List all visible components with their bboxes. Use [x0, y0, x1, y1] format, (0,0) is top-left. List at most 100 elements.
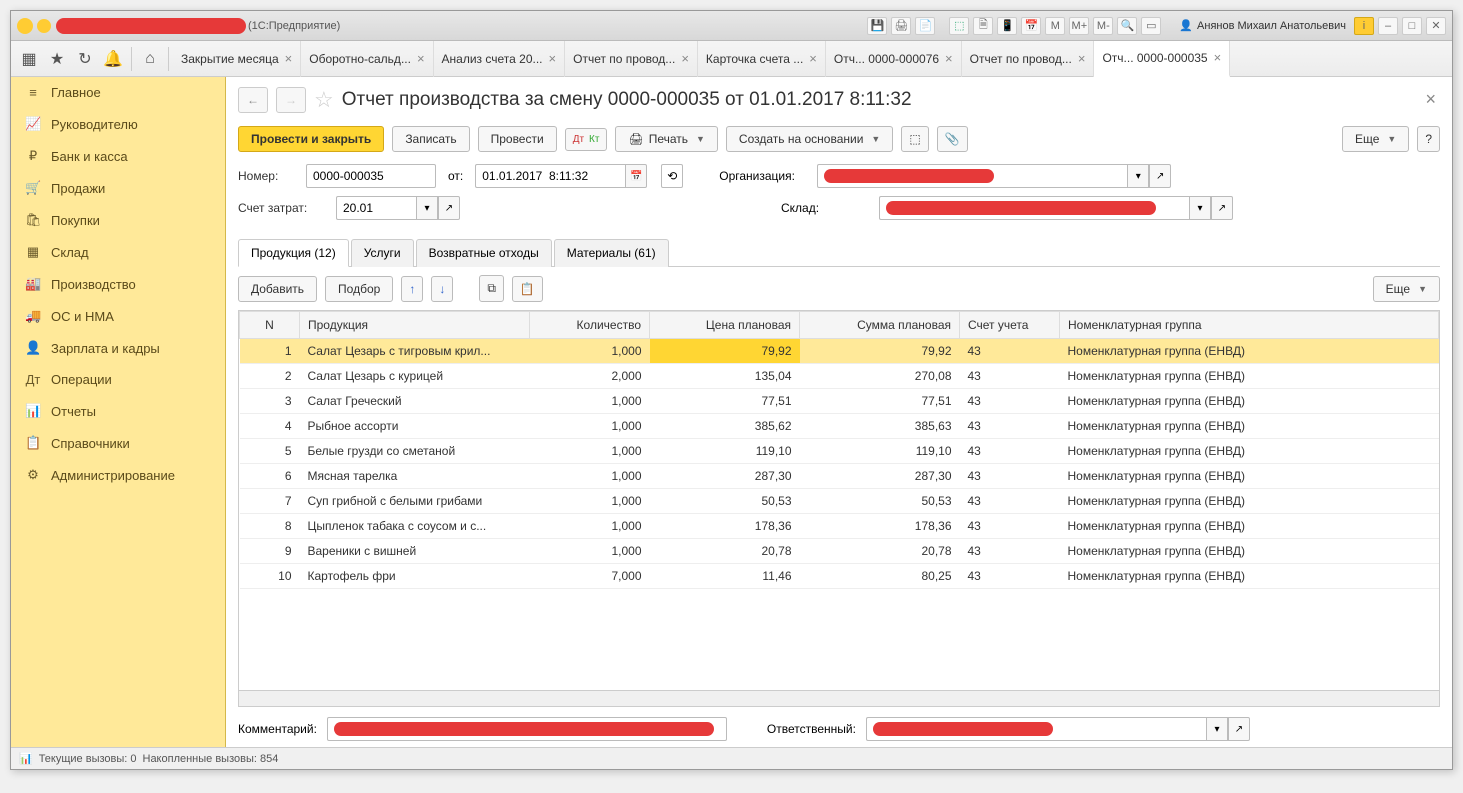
table-row[interactable]: 8Цыпленок табака с соусом и с...1,000178… [240, 514, 1439, 539]
paste-button[interactable]: 📋 [512, 276, 543, 302]
table-row[interactable]: 9Вареники с вишней1,00020,7820,7843Номен… [240, 539, 1439, 564]
subtab-1[interactable]: Услуги [351, 239, 414, 267]
tab-7[interactable]: Отч... 0000-000035× [1094, 41, 1230, 77]
tab-close-icon[interactable]: × [1078, 51, 1086, 66]
home-icon[interactable]: ⌂ [136, 45, 164, 73]
warehouse-dropdown-icon[interactable]: ▾ [1189, 196, 1211, 220]
tab-close-icon[interactable]: × [285, 51, 293, 66]
more-button[interactable]: Еще▼ [1342, 126, 1409, 152]
org-open-icon[interactable]: ↗ [1149, 164, 1171, 188]
sidebar-item-12[interactable]: ⚙Администрирование [11, 459, 225, 491]
tb-panels-icon[interactable]: ▭ [1141, 17, 1161, 35]
responsible-dropdown-icon[interactable]: ▾ [1206, 717, 1228, 741]
app-menu-dropdown[interactable] [37, 19, 51, 33]
column-header-3[interactable]: Цена плановая [650, 312, 800, 339]
acct-dropdown-icon[interactable]: ▾ [416, 196, 438, 220]
org-dropdown-icon[interactable]: ▾ [1127, 164, 1149, 188]
calendar-picker-icon[interactable]: 📅 [625, 164, 647, 188]
column-header-4[interactable]: Сумма плановая [800, 312, 960, 339]
table-row[interactable]: 1Салат Цезарь с тигровым крил...1,00079,… [240, 339, 1439, 364]
write-button[interactable]: Записать [392, 126, 469, 152]
column-header-5[interactable]: Счет учета [960, 312, 1060, 339]
move-down-button[interactable]: ↓ [431, 276, 453, 302]
responsible-open-icon[interactable]: ↗ [1228, 717, 1250, 741]
history-icon[interactable]: ↻ [71, 45, 99, 73]
tab-close-icon[interactable]: × [549, 51, 557, 66]
product-grid[interactable]: NПродукцияКоличествоЦена плановаяСумма п… [238, 310, 1440, 691]
pick-button[interactable]: Подбор [325, 276, 393, 302]
sidebar-item-7[interactable]: 🚚ОС и НМА [11, 300, 225, 332]
table-row[interactable]: 7Суп грибной с белыми грибами1,00050,535… [240, 489, 1439, 514]
refresh-icon[interactable]: ⟲ [661, 164, 683, 188]
table-row[interactable]: 6Мясная тарелка1,000287,30287,3043Номенк… [240, 464, 1439, 489]
post-button[interactable]: Провести [478, 126, 557, 152]
attachments-button[interactable]: 📎 [937, 126, 968, 152]
table-row[interactable]: 3Салат Греческий1,00077,5177,5143Номенкл… [240, 389, 1439, 414]
window-minimize[interactable]: – [1378, 17, 1398, 35]
sidebar-item-8[interactable]: 👤Зарплата и кадры [11, 332, 225, 364]
tab-close-icon[interactable]: × [417, 51, 425, 66]
tb-calc-icon[interactable]: 📱 [997, 17, 1017, 35]
tb-info-icon[interactable]: i [1354, 17, 1374, 35]
font-m[interactable]: М [1045, 17, 1065, 35]
tab-close-icon[interactable]: × [945, 51, 953, 66]
grid-more-button[interactable]: Еще▼ [1373, 276, 1440, 302]
tb-doc-icon[interactable]: 🗎 [973, 17, 993, 35]
user-menu[interactable]: 👤 Анянов Михаил Анатольевич [1175, 19, 1350, 32]
document-close-button[interactable]: × [1421, 85, 1440, 114]
structure-button[interactable]: ⬚ [901, 126, 928, 152]
sidebar-item-3[interactable]: 🛒Продажи [11, 172, 225, 204]
tab-0[interactable]: Закрытие месяца× [173, 41, 301, 77]
horizontal-scrollbar[interactable] [238, 691, 1440, 707]
column-header-6[interactable]: Номенклатурная группа [1060, 312, 1439, 339]
sidebar-item-11[interactable]: 📋Справочники [11, 427, 225, 459]
tab-4[interactable]: Карточка счета ...× [698, 41, 826, 77]
comment-input[interactable] [327, 717, 727, 741]
sidebar-item-9[interactable]: ДтОперации [11, 364, 225, 395]
sidebar-item-2[interactable]: ₽Банк и касса [11, 140, 225, 172]
sidebar-item-4[interactable]: 🛍Покупки [11, 204, 225, 236]
help-button[interactable]: ? [1417, 126, 1440, 152]
tab-2[interactable]: Анализ счета 20...× [434, 41, 566, 77]
tab-close-icon[interactable]: × [681, 51, 689, 66]
copy-button[interactable]: ⧉ [479, 275, 504, 302]
add-row-button[interactable]: Добавить [238, 276, 317, 302]
sidebar-item-6[interactable]: 🏭Производство [11, 268, 225, 300]
tab-3[interactable]: Отчет по провод...× [565, 41, 698, 77]
window-close[interactable]: ✕ [1426, 17, 1446, 35]
apps-grid-icon[interactable]: ▦ [15, 45, 43, 73]
window-maximize[interactable]: □ [1402, 17, 1422, 35]
table-row[interactable]: 2Салат Цезарь с курицей2,000135,04270,08… [240, 364, 1439, 389]
column-header-2[interactable]: Количество [530, 312, 650, 339]
sidebar-item-1[interactable]: 📈Руководителю [11, 108, 225, 140]
sidebar-item-5[interactable]: ▦Склад [11, 236, 225, 268]
subtab-2[interactable]: Возвратные отходы [416, 239, 552, 267]
column-header-0[interactable]: N [240, 312, 300, 339]
nav-forward-button[interactable]: → [276, 87, 306, 113]
tab-close-icon[interactable]: × [809, 51, 817, 66]
column-header-1[interactable]: Продукция [300, 312, 530, 339]
post-and-close-button[interactable]: Провести и закрыть [238, 126, 384, 152]
print-button[interactable]: 🖨Печать▼ [615, 126, 717, 152]
tb-print-icon[interactable]: 🖨 [891, 17, 911, 35]
create-based-on-button[interactable]: Создать на основании▼ [726, 126, 893, 152]
tb-compare-icon[interactable]: ⬚ [949, 17, 969, 35]
tab-6[interactable]: Отчет по провод...× [962, 41, 1095, 77]
tab-5[interactable]: Отч... 0000-000076× [826, 41, 962, 77]
tab-1[interactable]: Оборотно-сальд...× [301, 41, 433, 77]
dt-kt-button[interactable]: ДтКт [565, 128, 608, 151]
table-row[interactable]: 10Картофель фри7,00011,4680,2543Номенкла… [240, 564, 1439, 589]
tb-calendar-icon[interactable]: 📅 [1021, 17, 1041, 35]
nav-back-button[interactable]: ← [238, 87, 268, 113]
table-row[interactable]: 4Рыбное ассорти1,000385,62385,6343Номенк… [240, 414, 1439, 439]
sidebar-item-10[interactable]: 📊Отчеты [11, 395, 225, 427]
tb-save-icon[interactable]: 💾 [867, 17, 887, 35]
favorite-star-icon[interactable]: ☆ [314, 87, 334, 113]
table-row[interactable]: 5Белые грузди со сметаной1,000119,10119,… [240, 439, 1439, 464]
number-input[interactable] [306, 164, 436, 188]
font-m-minus[interactable]: М- [1093, 17, 1113, 35]
notifications-icon[interactable]: 🔔 [99, 45, 127, 73]
acct-open-icon[interactable]: ↗ [438, 196, 460, 220]
font-m-plus[interactable]: М+ [1069, 17, 1089, 35]
move-up-button[interactable]: ↑ [401, 276, 423, 302]
